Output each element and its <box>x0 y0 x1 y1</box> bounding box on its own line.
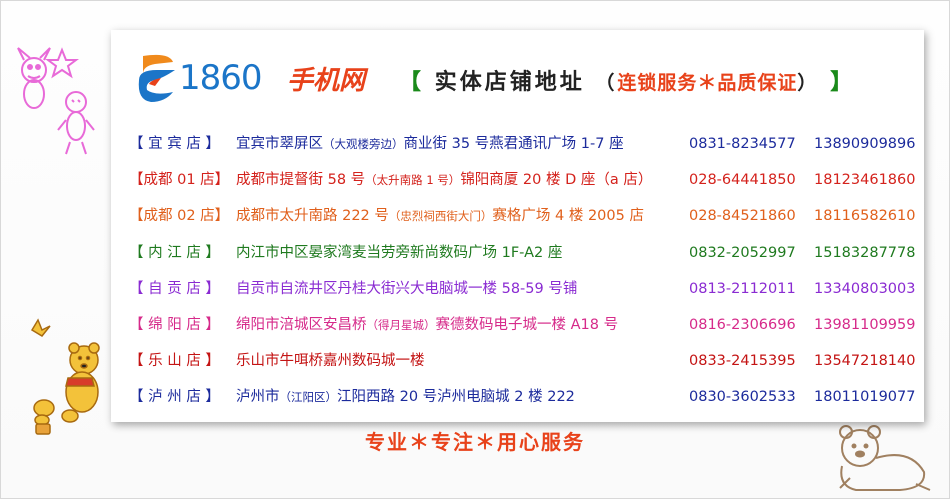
title-paren-close: ） <box>797 72 820 94</box>
store-mobile[interactable]: 13547218140 <box>814 343 915 379</box>
store-row: 【 宜 宾 店 】宜宾市翠屏区（大观楼旁边）商业街 35 号燕君通讯广场 1-7… <box>129 126 919 162</box>
store-phone[interactable]: 0830-3602533 <box>689 379 796 415</box>
store-row: 【成都 01 店】 成都市提督街 58 号（太升南路 1 号）锦阳商厦 20 楼 … <box>129 162 919 198</box>
store-phone[interactable]: 0816-2306696 <box>689 307 796 343</box>
store-address: 内江市中区晏家湾麦当劳旁新尚数码广场 1F-A2 座 <box>236 235 562 271</box>
store-row: 【 自 贡 店 】自贡市自流井区丹桂大街兴大电脑城一楼 58-59 号铺 0813… <box>129 271 919 307</box>
store-mobile[interactable]: 13340803003 <box>814 271 915 307</box>
store-mobile[interactable]: 15183287778 <box>814 235 915 271</box>
store-phone[interactable]: 0813-2112011 <box>689 271 796 307</box>
store-name: 【 宜 宾 店 】 <box>129 136 220 152</box>
store-phone[interactable]: 0833-2415395 <box>689 343 796 379</box>
store-name: 【 内 江 店 】 <box>129 244 220 261</box>
store-row: 【成都 02 店】 成都市太升南路 222 号（忠烈祠西街大门）赛格广场 4 楼 … <box>129 198 919 234</box>
store-mobile[interactable]: 13981109959 <box>814 307 915 343</box>
store-address-note: （江阳区） <box>279 390 338 405</box>
store-address-panel: 1860 手机网 【 实体店铺地址 （连锁服务＊品质保证） 】 【 宜 宾 店 … <box>111 30 924 422</box>
logo-number: 1860 <box>179 58 263 98</box>
title-subtitle: 连锁服务＊品质保证 <box>617 72 798 94</box>
store-name: 【成都 01 店】 <box>129 172 230 189</box>
store-address-note: （太升南路 1 号） <box>365 173 461 188</box>
store-address-main: 自贡市自流井区丹桂大街兴大电脑城一楼 58-59 号铺 <box>236 280 578 297</box>
store-address: 泸州市（江阳区）江阳西路 20 号泸州电脑城 2 楼 222 <box>236 379 575 415</box>
store-address: 绵阳市涪城区安昌桥（得月星城）赛德数码电子城一楼 A18 号 <box>236 307 618 343</box>
store-name: 【成都 02 店】 <box>129 208 230 225</box>
store-address-main: 泸州市 <box>236 389 280 406</box>
store-phone[interactable]: 028-84521860 <box>689 198 796 234</box>
pooh-bear-cartoon-icon <box>30 318 100 435</box>
store-address: 成都市太升南路 222 号（忠烈祠西街大门）赛格广场 4 楼 2005 店 <box>236 198 644 234</box>
store-name: 【 乐 山 店 】 <box>129 353 220 370</box>
store-address-main: 宜宾市翠屏区 <box>236 136 323 152</box>
store-phone[interactable]: 028-64441850 <box>689 162 796 198</box>
store-address-detail: 赛格广场 4 楼 2005 店 <box>492 208 644 225</box>
store-name: 【 自 贡 店 】 <box>129 280 220 297</box>
store-address-main: 绵阳市涪城区安昌桥 <box>236 316 367 333</box>
store-row: 【 绵 阳 店 】绵阳市涪城区安昌桥（得月星城）赛德数码电子城一楼 A18 号 0… <box>129 307 919 343</box>
site-logo[interactable]: 1860 手机网 <box>135 50 375 106</box>
title-main: 实体店铺地址 <box>434 70 585 95</box>
store-address-note: （大观楼旁边） <box>323 137 404 151</box>
piglet-cartoon-icon <box>17 47 95 155</box>
store-row: 【 乐 山 店 】乐山市牛咡桥嘉州数码城一楼 0833-2415395 135472… <box>129 343 919 379</box>
store-address-note: （得月星城） <box>366 317 436 332</box>
title-close-bracket: 】 <box>830 70 856 95</box>
store-address: 宜宾市翠屏区（大观楼旁边）商业街 35 号燕君通讯广场 1-7 座 <box>236 126 624 162</box>
store-address-main: 乐山市牛咡桥嘉州数码城一楼 <box>236 353 425 370</box>
logo-name: 手机网 <box>287 66 366 96</box>
title-open-bracket: 【 <box>399 70 425 95</box>
page-title: 【 实体店铺地址 （连锁服务＊品质保证） 】 <box>399 64 855 96</box>
store-list: 【 宜 宾 店 】宜宾市翠屏区（大观楼旁边）商业街 35 号燕君通讯广场 1-7… <box>129 126 919 416</box>
store-mobile[interactable]: 18116582610 <box>814 198 915 234</box>
store-address-detail: 商业街 35 号燕君通讯广场 1-7 座 <box>403 136 624 152</box>
store-phone[interactable]: 0832-2052997 <box>689 235 796 271</box>
slogan: 专业＊专注＊用心服务 <box>365 430 585 454</box>
store-address-note: （忠烈祠西街大门） <box>388 209 493 224</box>
store-address-detail: 江阳西路 20 号泸州电脑城 2 楼 222 <box>337 389 575 406</box>
store-mobile[interactable]: 18123461860 <box>814 162 915 198</box>
store-mobile[interactable]: 18011019077 <box>814 379 915 415</box>
store-address: 成都市提督街 58 号（太升南路 1 号）锦阳商厦 20 楼 D 座（a 店） <box>236 162 652 198</box>
store-address-detail: 赛德数码电子城一楼 A18 号 <box>435 316 619 333</box>
store-address-main: 内江市中区晏家湾麦当劳旁新尚数码广场 1F-A2 座 <box>236 244 563 261</box>
store-address-main: 成都市提督街 58 号 <box>236 172 366 189</box>
store-row: 【 内 江 店 】内江市中区晏家湾麦当劳旁新尚数码广场 1F-A2 座 0832-… <box>129 235 919 271</box>
store-address-detail: 锦阳商厦 20 楼 D 座（a 店） <box>460 172 653 189</box>
store-address-main: 成都市太升南路 222 号 <box>236 208 389 225</box>
phone-swirl-icon <box>138 54 175 102</box>
store-address: 自贡市自流井区丹桂大街兴大电脑城一楼 58-59 号铺 <box>236 271 577 307</box>
store-address: 乐山市牛咡桥嘉州数码城一楼 <box>236 343 425 379</box>
title-paren-open: （ <box>595 72 618 94</box>
store-name: 【 绵 阳 店 】 <box>129 316 220 333</box>
store-name: 【 泸 州 店 】 <box>129 389 220 406</box>
store-row: 【 泸 州 店 】泸州市（江阳区）江阳西路 20 号泸州电脑城 2 楼 222 0… <box>129 379 919 415</box>
store-phone[interactable]: 0831-8234577 <box>689 126 796 162</box>
store-mobile[interactable]: 13890909896 <box>814 126 915 162</box>
